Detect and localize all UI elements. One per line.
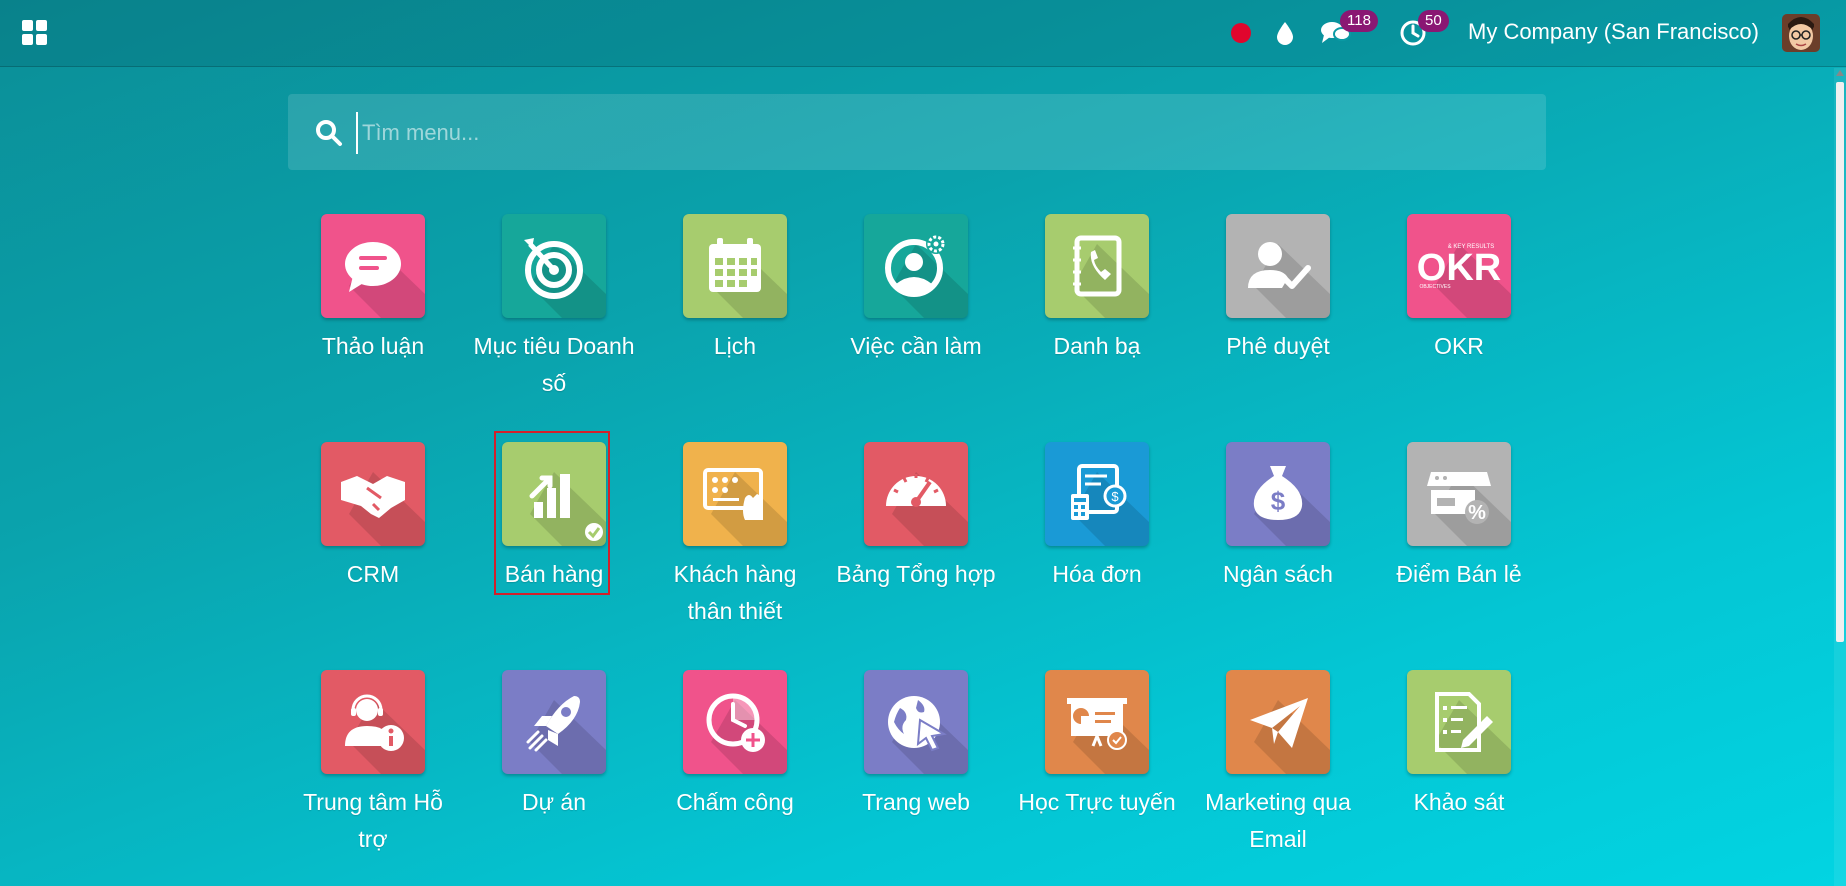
user-gear-icon — [864, 214, 968, 318]
app-trung-tam-ho-tro[interactable]: Trung tâm Hỗ trợ — [288, 670, 458, 858]
app-label: Ngân sách — [1223, 561, 1333, 587]
activities-clock-icon[interactable]: 50 — [1396, 10, 1449, 52]
app-okr[interactable]: OKR & KEY RESULTS OBJECTIVES OKR — [1374, 214, 1544, 365]
recording-dot-icon[interactable] — [1229, 14, 1253, 52]
app-label: Học Trực tuyến — [1018, 789, 1176, 815]
timesheet-icon — [683, 670, 787, 774]
okr-icon: OKR & KEY RESULTS OBJECTIVES — [1407, 214, 1511, 318]
app-hoc-truc-tuyen[interactable]: Học Trực tuyến — [1012, 670, 1182, 821]
money-bag-icon: $ — [1226, 442, 1330, 546]
app-label: Dự án — [522, 789, 586, 815]
app-diem-ban-le[interactable]: % Điểm Bán lẻ — [1374, 442, 1544, 593]
app-label: Trung tâm Hỗ trợ — [303, 789, 443, 852]
app-muc-tieu-doanh-so[interactable]: Mục tiêu Doanh số — [469, 214, 639, 402]
scrollbar-thumb[interactable] — [1836, 82, 1844, 642]
app-ban-hang[interactable]: Bán hàng — [469, 442, 639, 593]
app-cham-cong[interactable]: Chấm công — [650, 670, 820, 821]
app-label: Danh bạ — [1053, 333, 1141, 359]
app-trang-web[interactable]: Trang web — [831, 670, 1001, 821]
app-danh-ba[interactable]: Danh bạ — [1012, 214, 1182, 365]
user-avatar[interactable] — [1782, 14, 1820, 52]
app-phe-duyet[interactable]: Phê duyệt — [1193, 214, 1363, 365]
svg-text:OKR: OKR — [1417, 247, 1501, 289]
app-khach-hang-than-thiet[interactable]: Khách hàng thân thiết — [650, 442, 820, 630]
app-crm[interactable]: CRM — [288, 442, 458, 593]
app-menu-grid-icon[interactable] — [18, 16, 52, 50]
svg-text:$: $ — [1111, 489, 1119, 504]
paper-plane-icon — [1226, 670, 1330, 774]
menu-search-bar — [288, 94, 1546, 170]
app-label: Lịch — [713, 333, 757, 359]
target-icon — [502, 214, 606, 318]
scroll-up-arrow-icon[interactable] — [1836, 70, 1844, 76]
top-navbar: 118 50 My Company (San Francisco) — [0, 0, 1846, 67]
shop-icon: % — [1407, 442, 1511, 546]
svg-text:%: % — [1468, 502, 1486, 524]
app-khao-sat[interactable]: Khảo sát — [1374, 670, 1544, 821]
app-ngan-sach[interactable]: $ Ngân sách — [1193, 442, 1363, 593]
messages-icon[interactable]: 118 — [1318, 10, 1378, 52]
app-label: CRM — [346, 561, 400, 587]
water-drop-icon[interactable] — [1272, 14, 1298, 52]
rocket-icon — [502, 670, 606, 774]
app-label: OKR — [1434, 333, 1484, 359]
company-switcher[interactable]: My Company (San Francisco) — [1468, 19, 1759, 45]
helpdesk-icon — [321, 670, 425, 774]
calendar-icon — [683, 214, 787, 318]
loyalty-card-icon — [683, 442, 787, 546]
search-icon — [316, 120, 342, 146]
app-label: Marketing qua Email — [1205, 789, 1351, 852]
app-label: Chấm công — [676, 789, 794, 815]
user-check-icon — [1226, 214, 1330, 318]
invoice-icon: $ — [1045, 442, 1149, 546]
menu-search-input[interactable] — [356, 112, 1514, 154]
app-marketing-qua-email[interactable]: Marketing qua Email — [1193, 670, 1363, 858]
app-label: Khảo sát — [1413, 789, 1505, 815]
presentation-icon — [1045, 670, 1149, 774]
activities-count-badge: 50 — [1418, 10, 1449, 32]
speedometer-icon — [864, 442, 968, 546]
app-label: Mục tiêu Doanh số — [473, 333, 635, 396]
app-hoa-don[interactable]: $ Hóa đơn — [1012, 442, 1182, 593]
survey-icon — [1407, 670, 1511, 774]
handshake-icon — [321, 442, 425, 546]
app-label: Trang web — [862, 789, 970, 815]
app-thao-luan[interactable]: Thảo luận — [288, 214, 458, 365]
sales-chart-icon — [502, 442, 606, 546]
app-label: Phê duyệt — [1226, 333, 1330, 359]
chat-bubble-icon — [321, 214, 425, 318]
app-label: Thảo luận — [321, 333, 425, 359]
app-bang-tong-hop[interactable]: Bảng Tổng hợp — [831, 442, 1001, 593]
app-viec-can-lam[interactable]: Việc cần làm — [831, 214, 1001, 365]
app-label: Bán hàng — [504, 561, 604, 587]
svg-text:$: $ — [1271, 486, 1286, 516]
app-label: Bảng Tổng hợp — [836, 561, 996, 587]
app-label: Điểm Bán lẻ — [1396, 561, 1522, 587]
svg-text:& KEY RESULTS: & KEY RESULTS — [1448, 244, 1494, 250]
app-label: Việc cần làm — [850, 333, 982, 359]
messages-count-badge: 118 — [1340, 10, 1378, 32]
app-label: Hóa đơn — [1052, 561, 1142, 587]
app-du-an[interactable]: Dự án — [469, 670, 639, 821]
phonebook-icon — [1045, 214, 1149, 318]
app-label: Khách hàng thân thiết — [673, 561, 797, 624]
svg-text:OBJECTIVES: OBJECTIVES — [1419, 284, 1451, 290]
globe-cursor-icon — [864, 670, 968, 774]
app-lich[interactable]: Lịch — [650, 214, 820, 365]
